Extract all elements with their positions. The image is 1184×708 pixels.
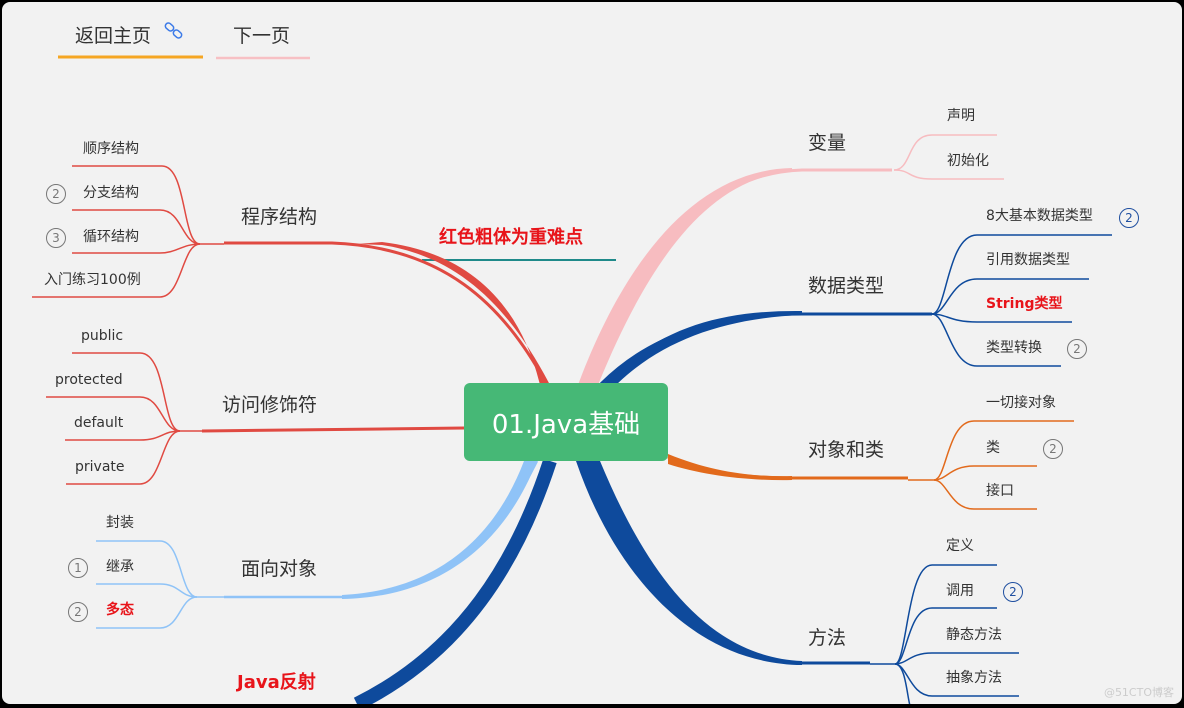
trunk-oop-fill [342,461,537,599]
trunk-methods-fill [576,461,802,665]
subtopic[interactable]: 8大基本数据类型 [986,209,1093,223]
subtopic[interactable]: default [74,416,123,430]
trunk-variables-fill [578,168,792,385]
subtopic[interactable]: 抽象方法 [946,671,1002,685]
link-icon[interactable] [163,21,185,41]
subtopic[interactable]: 声明 [947,109,975,123]
trunk-program-structure [224,241,549,386]
watermark: @51CTO博客 [1103,686,1174,699]
central-topic-label: 01.Java基础 [491,409,641,440]
topic-objects-classes[interactable]: 对象和类 [808,441,884,460]
topic-data-types[interactable]: 数据类型 [808,277,884,296]
subtopic[interactable]: 静态方法 [946,628,1002,642]
home-link[interactable]: 返回主页 [75,21,151,48]
count-badge[interactable]: 2 [68,602,88,622]
subtopic[interactable]: 调用 [946,584,974,598]
topic-reflection[interactable]: Java反射 [237,674,316,692]
subtopic[interactable]: 一切接对象 [986,396,1056,410]
subtopic[interactable]: private [75,460,125,474]
subtopic[interactable]: 封装 [106,516,134,530]
difficulty-note: 红色粗体为重难点 [439,227,583,248]
trunk-data-types-fill [600,310,802,387]
subtopic[interactable]: 接口 [986,484,1014,498]
subtopic[interactable]: protected [55,373,123,387]
central-topic[interactable]: 01.Java基础 [464,383,668,461]
subtopic[interactable]: 继承 [106,560,134,574]
topic-oop[interactable]: 面向对象 [241,560,317,579]
subtopic[interactable]: 类 [986,441,1000,455]
topic-methods[interactable]: 方法 [808,629,846,648]
trunk-program-structure-fill [357,242,550,385]
subtopic[interactable]: 分支结构 [83,186,139,200]
topic-program-structure[interactable]: 程序结构 [241,208,317,227]
subtopic[interactable]: 入门练习100例 [44,273,141,287]
count-badge[interactable]: 3 [46,228,66,248]
mindmap-canvas: 返回主页 下一页 红色粗体为重难点 01.Java基础 程序结构 顺序结构 2 … [2,2,1182,704]
count-badge[interactable]: 2 [1043,439,1063,459]
subtopic-emphasis[interactable]: String类型 [986,297,1062,311]
count-badge[interactable]: 1 [68,558,88,578]
subtopic[interactable]: 类型转换 [986,341,1042,355]
subtopic-emphasis[interactable]: 多态 [106,603,134,617]
count-badge[interactable]: 2 [1067,339,1087,359]
trunk-objects-classes-fill [668,454,792,481]
subtopic[interactable]: 循环结构 [83,230,139,244]
subtopic[interactable]: 定义 [946,539,974,553]
next-page-link[interactable]: 下一页 [233,21,290,48]
topic-access-modifiers[interactable]: 访问修饰符 [222,396,317,415]
subtopic[interactable]: 引用数据类型 [986,253,1070,267]
subtopic[interactable]: 顺序结构 [83,142,139,156]
subtopic[interactable]: 初始化 [947,154,989,168]
count-badge[interactable]: 2 [1003,582,1023,602]
trunk-reflection [353,458,557,704]
topic-variables[interactable]: 变量 [808,134,846,153]
count-badge[interactable]: 2 [46,184,66,204]
trunk-access-modifiers [201,426,465,433]
count-badge[interactable]: 2 [1119,208,1139,228]
subtopic[interactable]: public [81,329,123,343]
